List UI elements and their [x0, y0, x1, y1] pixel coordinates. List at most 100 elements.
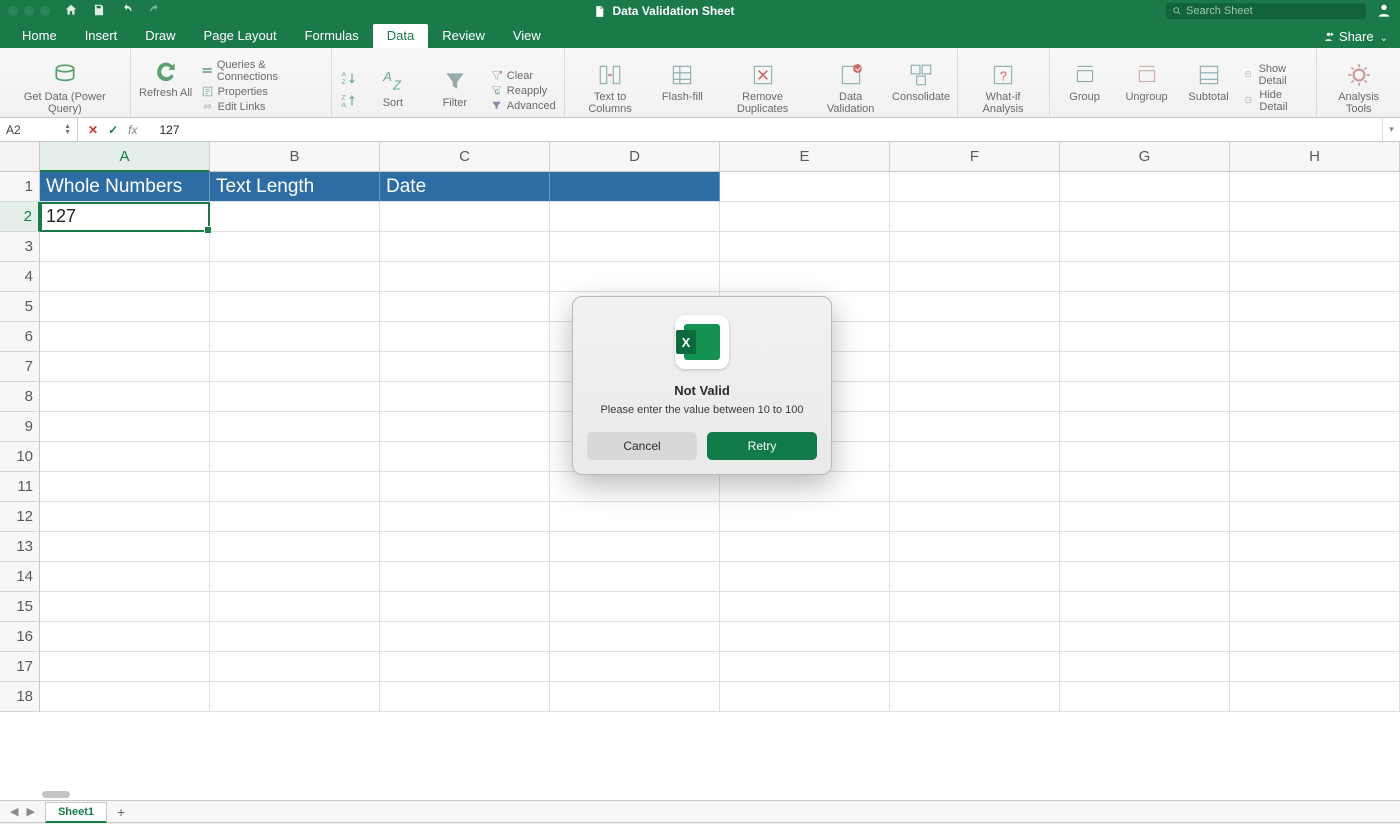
cell-B11[interactable] [210, 472, 380, 502]
column-header-H[interactable]: H [1230, 142, 1400, 172]
filter-button[interactable]: Filter [428, 67, 482, 109]
cell-A2[interactable]: 127 [40, 202, 210, 232]
cell-F5[interactable] [890, 292, 1060, 322]
column-header-D[interactable]: D [550, 142, 720, 172]
cell-E18[interactable] [720, 682, 890, 712]
cell-B10[interactable] [210, 442, 380, 472]
cell-C15[interactable] [380, 592, 550, 622]
cell-H13[interactable] [1230, 532, 1400, 562]
cell-G3[interactable] [1060, 232, 1230, 262]
cell-B4[interactable] [210, 262, 380, 292]
cell-E15[interactable] [720, 592, 890, 622]
cell-D11[interactable] [550, 472, 720, 502]
cell-B8[interactable] [210, 382, 380, 412]
cell-E1[interactable] [720, 172, 890, 202]
tab-home[interactable]: Home [8, 24, 71, 48]
cell-G7[interactable] [1060, 352, 1230, 382]
row-header-4[interactable]: 4 [0, 262, 40, 292]
cell-A5[interactable] [40, 292, 210, 322]
cell-F15[interactable] [890, 592, 1060, 622]
cell-C4[interactable] [380, 262, 550, 292]
accept-edit-icon[interactable]: ✓ [108, 123, 118, 137]
cell-F18[interactable] [890, 682, 1060, 712]
row-header-9[interactable]: 9 [0, 412, 40, 442]
tab-draw[interactable]: Draw [131, 24, 189, 48]
cell-B3[interactable] [210, 232, 380, 262]
cell-E13[interactable] [720, 532, 890, 562]
cell-A4[interactable] [40, 262, 210, 292]
row-header-15[interactable]: 15 [0, 592, 40, 622]
cell-A16[interactable] [40, 622, 210, 652]
cell-C3[interactable] [380, 232, 550, 262]
cell-F2[interactable] [890, 202, 1060, 232]
row-header-1[interactable]: 1 [0, 172, 40, 202]
expand-formula-bar-icon[interactable]: ▾ [1382, 118, 1400, 141]
cell-C16[interactable] [380, 622, 550, 652]
cell-B13[interactable] [210, 532, 380, 562]
cell-H15[interactable] [1230, 592, 1400, 622]
refresh-all-button[interactable]: Refresh All [139, 57, 193, 99]
tab-review[interactable]: Review [428, 24, 499, 48]
cell-E2[interactable] [720, 202, 890, 232]
cell-G2[interactable] [1060, 202, 1230, 232]
user-account-icon[interactable] [1376, 2, 1392, 21]
cell-H17[interactable] [1230, 652, 1400, 682]
horizontal-scrollbar-thumb[interactable] [42, 791, 70, 798]
cell-G1[interactable] [1060, 172, 1230, 202]
row-header-18[interactable]: 18 [0, 682, 40, 712]
cell-A1[interactable]: Whole Numbers [40, 172, 210, 202]
advanced-filter-button[interactable]: Advanced [490, 99, 556, 112]
cell-H2[interactable] [1230, 202, 1400, 232]
clear-filter-button[interactable]: Clear [490, 69, 533, 82]
cell-G10[interactable] [1060, 442, 1230, 472]
cell-D14[interactable] [550, 562, 720, 592]
cell-G13[interactable] [1060, 532, 1230, 562]
cancel-edit-icon[interactable]: ✕ [88, 123, 98, 137]
cell-H5[interactable] [1230, 292, 1400, 322]
formula-input[interactable]: 127 [155, 123, 1382, 137]
row-header-2[interactable]: 2 [0, 202, 40, 232]
tab-formulas[interactable]: Formulas [291, 24, 373, 48]
cell-G11[interactable] [1060, 472, 1230, 502]
cell-H1[interactable] [1230, 172, 1400, 202]
fx-icon[interactable]: fx [128, 123, 137, 137]
maximize-window-icon[interactable] [40, 6, 50, 16]
cell-B12[interactable] [210, 502, 380, 532]
cell-G16[interactable] [1060, 622, 1230, 652]
remove-duplicates-button[interactable]: Remove Duplicates [717, 61, 807, 115]
row-header-14[interactable]: 14 [0, 562, 40, 592]
cell-H16[interactable] [1230, 622, 1400, 652]
cell-A9[interactable] [40, 412, 210, 442]
save-icon[interactable] [92, 3, 106, 20]
cell-E14[interactable] [720, 562, 890, 592]
home-icon[interactable] [64, 3, 78, 20]
sort-asc-icon[interactable]: AZ [340, 69, 358, 90]
column-header-F[interactable]: F [890, 142, 1060, 172]
cell-G5[interactable] [1060, 292, 1230, 322]
column-header-A[interactable]: A [40, 142, 210, 172]
cell-F8[interactable] [890, 382, 1060, 412]
cell-C17[interactable] [380, 652, 550, 682]
cell-H9[interactable] [1230, 412, 1400, 442]
cell-E11[interactable] [720, 472, 890, 502]
cell-E12[interactable] [720, 502, 890, 532]
consolidate-button[interactable]: Consolidate [894, 61, 949, 103]
cell-A10[interactable] [40, 442, 210, 472]
cell-D2[interactable] [550, 202, 720, 232]
cell-B1[interactable]: Text Length [210, 172, 380, 202]
name-box-stepper-icon[interactable]: ▲▼ [64, 124, 71, 136]
show-detail-button[interactable]: +Show Detail [1244, 63, 1309, 87]
cell-H12[interactable] [1230, 502, 1400, 532]
cell-A12[interactable] [40, 502, 210, 532]
get-data-button[interactable]: Get Data (Power Query) [8, 61, 122, 115]
column-header-E[interactable]: E [720, 142, 890, 172]
tab-insert[interactable]: Insert [71, 24, 132, 48]
cell-E3[interactable] [720, 232, 890, 262]
cell-B5[interactable] [210, 292, 380, 322]
row-header-10[interactable]: 10 [0, 442, 40, 472]
column-header-C[interactable]: C [380, 142, 550, 172]
cell-E17[interactable] [720, 652, 890, 682]
cell-D18[interactable] [550, 682, 720, 712]
search-sheet-input[interactable]: Search Sheet [1166, 3, 1366, 19]
cell-D13[interactable] [550, 532, 720, 562]
